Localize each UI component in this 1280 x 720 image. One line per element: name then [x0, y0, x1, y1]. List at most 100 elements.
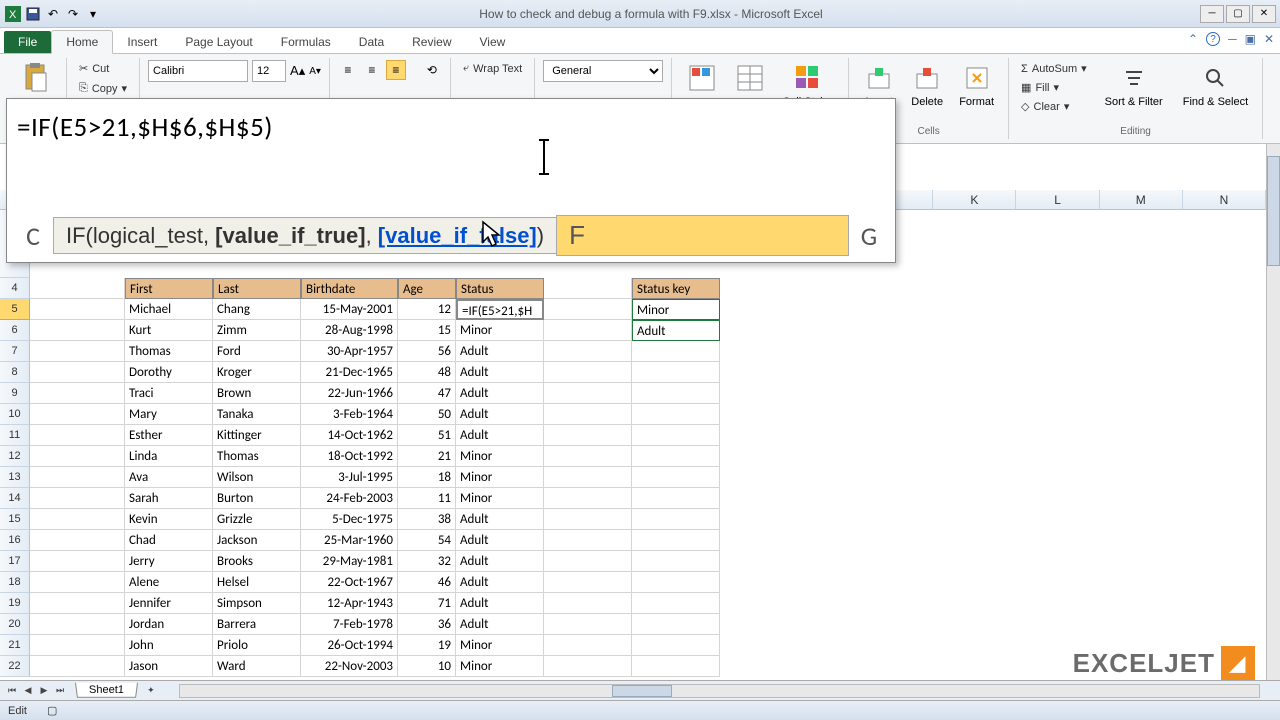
cell-birthdate[interactable]: 12-Apr-1943	[301, 593, 398, 614]
format-cells-button[interactable]: Format	[953, 60, 1000, 110]
cell-last[interactable]: Jackson	[213, 530, 301, 551]
cell-age[interactable]: 46	[398, 572, 456, 593]
cell-last[interactable]: Grizzle	[213, 509, 301, 530]
cell-blank[interactable]	[544, 425, 632, 446]
row-header-22[interactable]: 22	[0, 656, 30, 677]
cell-first[interactable]: Jordan	[125, 614, 213, 635]
cell-status[interactable]: Adult	[456, 362, 544, 383]
cell-blank[interactable]	[632, 404, 720, 425]
row-header-6[interactable]: 6	[0, 320, 30, 341]
shrink-font-icon[interactable]: A▾	[309, 66, 321, 77]
tab-data[interactable]: Data	[345, 31, 398, 53]
row-header-5[interactable]: 5	[0, 299, 30, 320]
cell-first[interactable]: Jennifer	[125, 593, 213, 614]
cell-last[interactable]: Brown	[213, 383, 301, 404]
cell-first[interactable]: Jason	[125, 656, 213, 677]
cell-birthdate[interactable]: 15-May-2001	[301, 299, 398, 320]
cell-blank[interactable]	[544, 572, 632, 593]
row-header-10[interactable]: 10	[0, 404, 30, 425]
cell-status[interactable]: =IF(E5>21,$H	[456, 299, 544, 320]
row-header-17[interactable]: 17	[0, 551, 30, 572]
cell-blank[interactable]	[544, 635, 632, 656]
cell-age[interactable]: 54	[398, 530, 456, 551]
cell-age[interactable]: 11	[398, 488, 456, 509]
help-icon[interactable]: ?	[1206, 32, 1220, 46]
align-middle-icon[interactable]: ≡	[362, 60, 382, 80]
cell-age[interactable]: 47	[398, 383, 456, 404]
cell-status[interactable]: Minor	[456, 488, 544, 509]
sheet-prev-icon[interactable]: ◀	[20, 683, 36, 699]
cell-birthdate[interactable]: 18-Oct-1992	[301, 446, 398, 467]
cell-birthdate[interactable]: 24-Feb-2003	[301, 488, 398, 509]
cell-last[interactable]: Ford	[213, 341, 301, 362]
cell-blank[interactable]	[544, 320, 632, 341]
tooltip-value-if-false[interactable]: [value_if_false]	[378, 223, 537, 248]
delete-cells-button[interactable]: Delete	[905, 60, 949, 110]
cell-blank[interactable]	[30, 362, 125, 383]
table-header-age[interactable]: Age	[398, 278, 456, 299]
row-header-7[interactable]: 7	[0, 341, 30, 362]
cell-age[interactable]: 36	[398, 614, 456, 635]
cell-age[interactable]: 48	[398, 362, 456, 383]
cell-blank[interactable]	[544, 467, 632, 488]
cell-first[interactable]: John	[125, 635, 213, 656]
tab-home[interactable]: Home	[51, 30, 113, 54]
horizontal-scrollbar[interactable]	[179, 684, 1260, 698]
sheet-first-icon[interactable]: ⏮	[4, 683, 20, 699]
row-header-9[interactable]: 9	[0, 383, 30, 404]
cell-blank[interactable]	[632, 362, 720, 383]
row-header-12[interactable]: 12	[0, 446, 30, 467]
scroll-thumb[interactable]	[1267, 156, 1280, 266]
cell-birthdate[interactable]: 22-Nov-2003	[301, 656, 398, 677]
cell-blank[interactable]	[632, 467, 720, 488]
redo-icon[interactable]: ↷	[64, 5, 82, 23]
formula-text[interactable]: =IF(E5>21,$H$6,$H$5)	[7, 99, 895, 156]
cell-blank[interactable]	[544, 656, 632, 677]
row-header-11[interactable]: 11	[0, 425, 30, 446]
row-header-21[interactable]: 21	[0, 635, 30, 656]
table-header-first[interactable]: First	[125, 278, 213, 299]
cell-last[interactable]: Chang	[213, 299, 301, 320]
cell-birthdate[interactable]: 3-Jul-1995	[301, 467, 398, 488]
cell-first[interactable]: Linda	[125, 446, 213, 467]
cell-first[interactable]: Jerry	[125, 551, 213, 572]
cell-blank[interactable]	[632, 656, 720, 677]
cell-first[interactable]: Kevin	[125, 509, 213, 530]
cell-blank[interactable]	[544, 488, 632, 509]
sort-filter-button[interactable]: Sort & Filter	[1099, 60, 1169, 115]
cell-last[interactable]: Kittinger	[213, 425, 301, 446]
cell-last[interactable]: Kroger	[213, 362, 301, 383]
qat-dropdown-icon[interactable]: ▾	[84, 5, 102, 23]
row-header-16[interactable]: 16	[0, 530, 30, 551]
table-header-last[interactable]: Last	[213, 278, 301, 299]
cell-birthdate[interactable]: 3-Feb-1964	[301, 404, 398, 425]
cell-blank[interactable]	[544, 509, 632, 530]
cell-blank[interactable]	[30, 467, 125, 488]
cell-age[interactable]: 38	[398, 509, 456, 530]
cell-blank[interactable]	[632, 509, 720, 530]
status-key-value[interactable]: Minor	[632, 299, 720, 320]
cell-blank[interactable]	[544, 551, 632, 572]
hscroll-thumb[interactable]	[612, 685, 672, 697]
cell-age[interactable]: 21	[398, 446, 456, 467]
cell-blank[interactable]	[544, 362, 632, 383]
close-button[interactable]: ✕	[1252, 5, 1276, 23]
spreadsheet-grid[interactable]: J K L M N 456789101112131415161718192021…	[0, 190, 1266, 680]
row-header-8[interactable]: 8	[0, 362, 30, 383]
cell-first[interactable]: Kurt	[125, 320, 213, 341]
grow-font-icon[interactable]: A▴	[290, 63, 305, 79]
cell-blank[interactable]	[30, 383, 125, 404]
cell-age[interactable]: 19	[398, 635, 456, 656]
cell-first[interactable]: Traci	[125, 383, 213, 404]
cell-status[interactable]: Minor	[456, 635, 544, 656]
cell-blank[interactable]	[632, 614, 720, 635]
cell-age[interactable]: 32	[398, 551, 456, 572]
cell-status[interactable]: Adult	[456, 383, 544, 404]
cell-first[interactable]: Thomas	[125, 341, 213, 362]
cell-last[interactable]: Wilson	[213, 467, 301, 488]
cell-birthdate[interactable]: 7-Feb-1978	[301, 614, 398, 635]
cell-blank[interactable]	[632, 593, 720, 614]
status-key-header[interactable]: Status key	[632, 278, 720, 299]
cell-blank[interactable]	[30, 341, 125, 362]
tab-review[interactable]: Review	[398, 31, 465, 53]
